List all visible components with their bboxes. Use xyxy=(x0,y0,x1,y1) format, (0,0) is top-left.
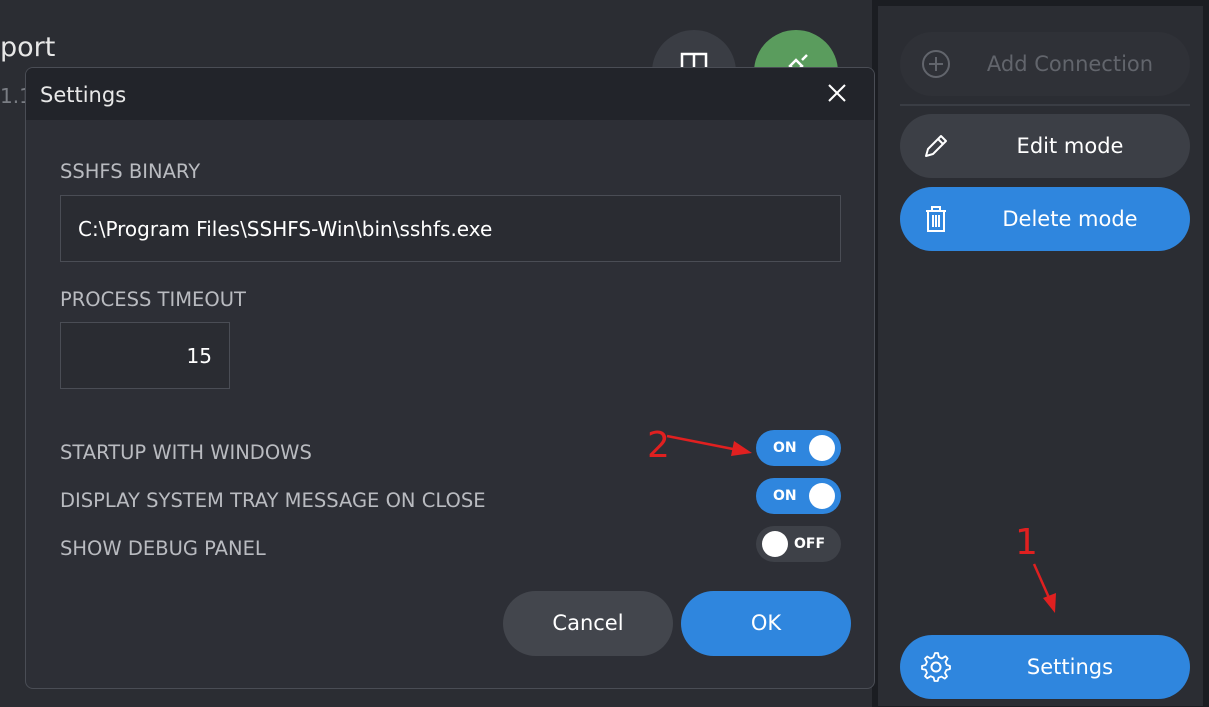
app-title: port xyxy=(0,32,56,63)
debug-panel-label: SHOW DEBUG PANEL xyxy=(60,537,266,560)
tray-message-toggle[interactable]: ON xyxy=(756,478,841,514)
add-connection-label: Add Connection xyxy=(986,52,1154,76)
startup-with-windows-label: STARTUP WITH WINDOWS xyxy=(60,441,312,464)
add-connection-button[interactable]: Add Connection xyxy=(900,32,1190,96)
plus-circle-icon xyxy=(922,50,950,78)
settings-label: Settings xyxy=(1026,655,1114,679)
toggle-knob xyxy=(809,435,835,461)
app-window: port 1.1 Add Connection Edit mode Delete… xyxy=(0,0,1209,707)
process-timeout-input[interactable] xyxy=(60,322,230,389)
toggle-knob xyxy=(762,531,788,557)
pencil-icon xyxy=(925,135,947,157)
sshfs-binary-input[interactable] xyxy=(60,195,841,262)
toggle-state-label: ON xyxy=(773,488,797,504)
sidebar-divider xyxy=(900,104,1190,106)
edit-mode-label: Edit mode xyxy=(1016,134,1124,158)
annotation-number-1: 1 xyxy=(1015,522,1038,563)
cancel-button[interactable]: Cancel xyxy=(503,591,673,656)
close-icon[interactable] xyxy=(824,80,850,106)
edit-mode-button[interactable]: Edit mode xyxy=(900,114,1190,178)
dialog-header: Settings xyxy=(26,68,874,120)
annotation-number-2: 2 xyxy=(647,425,670,466)
startup-with-windows-toggle[interactable]: ON xyxy=(756,430,841,466)
ok-button[interactable]: OK xyxy=(681,591,851,656)
settings-button[interactable]: Settings xyxy=(900,635,1190,699)
toggle-state-label: ON xyxy=(773,440,797,456)
process-timeout-label: PROCESS TIMEOUT xyxy=(60,288,246,311)
debug-panel-toggle[interactable]: OFF xyxy=(756,526,841,562)
settings-dialog: Settings SSHFS BINARY PROCESS TIMEOUT ST… xyxy=(25,67,875,689)
sshfs-binary-label: SSHFS BINARY xyxy=(60,160,201,183)
sidebar: Add Connection Edit mode Delete mode Set… xyxy=(878,6,1203,706)
toggle-state-label: OFF xyxy=(794,536,826,552)
gear-icon xyxy=(921,652,951,682)
delete-mode-label: Delete mode xyxy=(1002,207,1138,231)
trash-icon xyxy=(926,206,946,232)
delete-mode-button[interactable]: Delete mode xyxy=(900,187,1190,251)
dialog-title: Settings xyxy=(40,83,127,107)
tray-message-label: DISPLAY SYSTEM TRAY MESSAGE ON CLOSE xyxy=(60,489,486,512)
toggle-knob xyxy=(809,483,835,509)
